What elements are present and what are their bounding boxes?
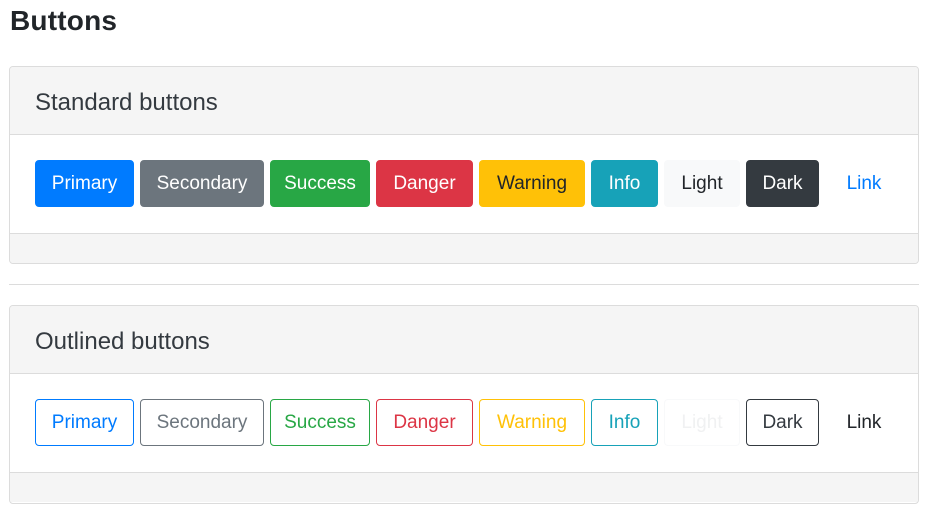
outline-warning-button[interactable]: Warning bbox=[479, 399, 585, 446]
card-title: Outlined buttons bbox=[35, 327, 210, 355]
outline-secondary-button[interactable]: Secondary bbox=[140, 399, 264, 446]
card-title: Standard buttons bbox=[35, 88, 218, 116]
card-footer bbox=[10, 472, 918, 502]
success-button[interactable]: Success bbox=[270, 160, 370, 207]
primary-button[interactable]: Primary bbox=[35, 160, 134, 207]
outline-primary-button[interactable]: Primary bbox=[35, 399, 134, 446]
outline-link-button[interactable]: Link bbox=[825, 399, 903, 446]
outline-danger-button[interactable]: Danger bbox=[376, 399, 473, 446]
page-title: Buttons bbox=[10, 5, 118, 36]
card-body: Primary Secondary Success Danger Warning… bbox=[10, 374, 918, 472]
card-header: Outlined buttons bbox=[10, 306, 918, 374]
danger-button[interactable]: Danger bbox=[376, 160, 473, 207]
outlined-buttons-card: Outlined buttons Primary Secondary Succe… bbox=[9, 305, 919, 504]
outline-dark-button[interactable]: Dark bbox=[746, 399, 819, 446]
card-footer bbox=[10, 233, 918, 263]
page: Buttons Standard buttons Primary Seconda… bbox=[0, 0, 935, 521]
dark-button[interactable]: Dark bbox=[746, 160, 819, 207]
section-divider bbox=[9, 284, 919, 285]
card-header: Standard buttons bbox=[10, 67, 918, 135]
outline-success-button[interactable]: Success bbox=[270, 399, 370, 446]
standard-buttons-card: Standard buttons Primary Secondary Succe… bbox=[9, 66, 919, 264]
link-button[interactable]: Link bbox=[825, 160, 903, 207]
outline-light-button[interactable]: Light bbox=[664, 399, 740, 446]
outline-info-button[interactable]: Info bbox=[591, 399, 658, 446]
card-body: Primary Secondary Success Danger Warning… bbox=[10, 135, 918, 233]
warning-button[interactable]: Warning bbox=[479, 160, 585, 207]
info-button[interactable]: Info bbox=[591, 160, 658, 207]
secondary-button[interactable]: Secondary bbox=[140, 160, 264, 207]
light-button[interactable]: Light bbox=[664, 160, 740, 207]
